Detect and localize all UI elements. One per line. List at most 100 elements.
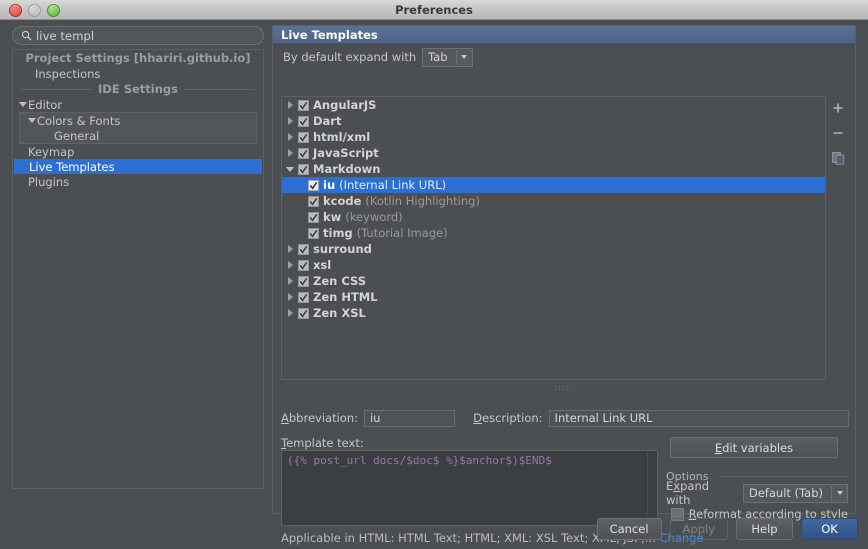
checkbox-checked-icon[interactable] xyxy=(298,291,309,303)
edit-variables-button[interactable]: Edit variables xyxy=(670,437,838,458)
chevron-right-icon[interactable] xyxy=(282,277,298,285)
minimize-button[interactable] xyxy=(28,4,41,17)
tree-row-label: xsl xyxy=(313,258,332,272)
tree-row-dart[interactable]: Dart xyxy=(282,113,825,129)
tree-row-label: Zen HTML xyxy=(313,290,378,304)
search-icon xyxy=(21,30,32,41)
template-text-editor[interactable]: ({% post_url docs/$doc$ %}$anchor$)$END$ xyxy=(281,450,658,526)
remove-template-button[interactable] xyxy=(829,125,847,141)
close-button[interactable] xyxy=(9,4,22,17)
tree-row-kcode[interactable]: kcode (Kotlin Highlighting) xyxy=(282,193,825,209)
sidebar-item-editor[interactable]: Editor xyxy=(13,97,263,112)
default-expand-select[interactable]: Tab xyxy=(422,47,473,67)
tree-row-kw[interactable]: kw (keyword) xyxy=(282,209,825,225)
tree-row-markdown[interactable]: Markdown xyxy=(282,161,825,177)
sidebar-item-label: Keymap xyxy=(28,144,75,159)
zoom-button[interactable] xyxy=(47,4,60,17)
sidebar-subgroup-colors-fonts: Colors & Fonts General xyxy=(19,112,257,144)
expand-with-value: Default (Tab) xyxy=(748,486,823,500)
checkbox-checked-icon[interactable] xyxy=(298,131,309,143)
chevron-right-icon[interactable] xyxy=(282,101,298,109)
chevron-right-icon[interactable] xyxy=(282,293,298,301)
tree-row-surround[interactable]: surround xyxy=(282,241,825,257)
sidebar-item-live-templates[interactable]: Live Templates xyxy=(14,159,262,174)
sidebar-item-keymap[interactable]: Keymap xyxy=(13,144,263,159)
tree-row-javascript[interactable]: JavaScript xyxy=(282,145,825,161)
abbreviation-input[interactable]: iu xyxy=(363,409,456,427)
tree-row-html-xml[interactable]: html/xml xyxy=(282,129,825,145)
chevron-right-icon[interactable] xyxy=(282,261,298,269)
panel-header: Live Templates xyxy=(273,26,855,44)
checkbox-checked-icon[interactable] xyxy=(308,179,319,191)
checkbox-checked-icon[interactable] xyxy=(308,211,319,223)
chevron-down-icon[interactable] xyxy=(831,485,847,501)
settings-tree[interactable]: Project Settings [hhariri.github.io] Ins… xyxy=(12,49,264,489)
checkbox-checked-icon[interactable] xyxy=(298,307,309,319)
tree-row-label: kw xyxy=(323,210,342,224)
sidebar-item-label: Inspections xyxy=(35,66,101,81)
chevron-right-icon[interactable] xyxy=(282,149,298,157)
tree-row-zen-xsl[interactable]: Zen XSL xyxy=(282,305,825,321)
chevron-right-icon[interactable] xyxy=(282,133,298,141)
tree-row-description: (Tutorial Image) xyxy=(356,226,448,240)
abbreviation-value: iu xyxy=(369,411,381,425)
editor-scrollbar[interactable] xyxy=(647,452,656,524)
sidebar-item-general[interactable]: General xyxy=(20,128,256,143)
copy-template-button[interactable] xyxy=(829,150,847,166)
splitter-handle[interactable]: ::::: xyxy=(273,384,855,392)
checkbox-checked-icon[interactable] xyxy=(308,227,319,239)
tree-row-description: (Internal Link URL) xyxy=(339,178,447,192)
tree-row-label: Zen XSL xyxy=(313,306,366,320)
tree-row-angularjs[interactable]: AngularJS xyxy=(282,97,825,113)
live-templates-panel: Live Templates By default expand with Ta… xyxy=(272,25,856,545)
tree-row-label: surround xyxy=(313,242,372,256)
copy-icon xyxy=(831,151,844,165)
tree-row-iu[interactable]: iu (Internal Link URL) xyxy=(282,177,825,193)
abbreviation-label: Abbreviation: xyxy=(281,411,358,425)
chevron-down-icon[interactable] xyxy=(455,49,472,65)
checkbox-checked-icon[interactable] xyxy=(298,99,309,111)
checkbox-checked-icon[interactable] xyxy=(308,195,319,207)
checkbox-checked-icon[interactable] xyxy=(298,275,309,287)
search-input-value: live templ xyxy=(36,28,95,43)
chevron-right-icon[interactable] xyxy=(282,117,298,125)
dialog-buttons: Cancel Apply Help OK xyxy=(596,518,858,540)
sidebar-item-label: General xyxy=(54,128,100,143)
window-controls xyxy=(9,4,60,17)
sidebar-item-plugins[interactable]: Plugins xyxy=(13,174,263,189)
chevron-right-icon[interactable] xyxy=(282,309,298,317)
help-button[interactable]: Help xyxy=(736,518,793,540)
add-template-button[interactable] xyxy=(829,100,847,116)
section-label: Project Settings [hhariri.github.io] xyxy=(19,51,257,65)
tree-row-xsl[interactable]: xsl xyxy=(282,257,825,273)
description-input[interactable]: Internal Link URL xyxy=(548,409,849,427)
chevron-down-icon[interactable] xyxy=(17,102,28,107)
chevron-down-icon[interactable] xyxy=(282,166,298,172)
tree-row-zen-css[interactable]: Zen CSS xyxy=(282,273,825,289)
chevron-down-icon[interactable] xyxy=(26,118,37,123)
default-expand-label: By default expand with xyxy=(283,50,417,64)
tree-row-timg[interactable]: timg (Tutorial Image) xyxy=(282,225,825,241)
checkbox-checked-icon[interactable] xyxy=(298,243,309,255)
checkbox-checked-icon[interactable] xyxy=(298,147,309,159)
search-input[interactable]: live templ xyxy=(12,26,264,45)
chevron-right-icon[interactable] xyxy=(282,245,298,253)
checkbox-checked-icon[interactable] xyxy=(298,115,309,127)
expand-with-select[interactable]: Default (Tab) xyxy=(742,483,848,503)
templates-tree[interactable]: AngularJS Dart html/xml JavaScript Markd… xyxy=(281,96,826,380)
default-expand-row: By default expand with Tab xyxy=(273,44,855,70)
tree-row-zen-html[interactable]: Zen HTML xyxy=(282,289,825,305)
panel-body: By default expand with Tab AngularJS Dar… xyxy=(273,44,855,545)
options-legend: Options xyxy=(666,470,848,483)
cancel-button[interactable]: Cancel xyxy=(596,518,662,540)
edit-variables-label: Edit variables xyxy=(714,440,794,455)
sidebar-item-label: Editor xyxy=(28,97,63,112)
sidebar-item-inspections[interactable]: Inspections xyxy=(13,66,263,81)
preferences-window: Preferences live templ Project Settings … xyxy=(0,0,868,549)
templates-toolbar xyxy=(827,96,849,166)
checkbox-checked-icon[interactable] xyxy=(298,163,309,175)
sidebar-item-colors-and-fonts[interactable]: Colors & Fonts xyxy=(20,113,256,128)
checkbox-checked-icon[interactable] xyxy=(298,259,309,271)
ok-button[interactable]: OK xyxy=(801,518,858,540)
section-label: IDE Settings xyxy=(92,82,184,96)
